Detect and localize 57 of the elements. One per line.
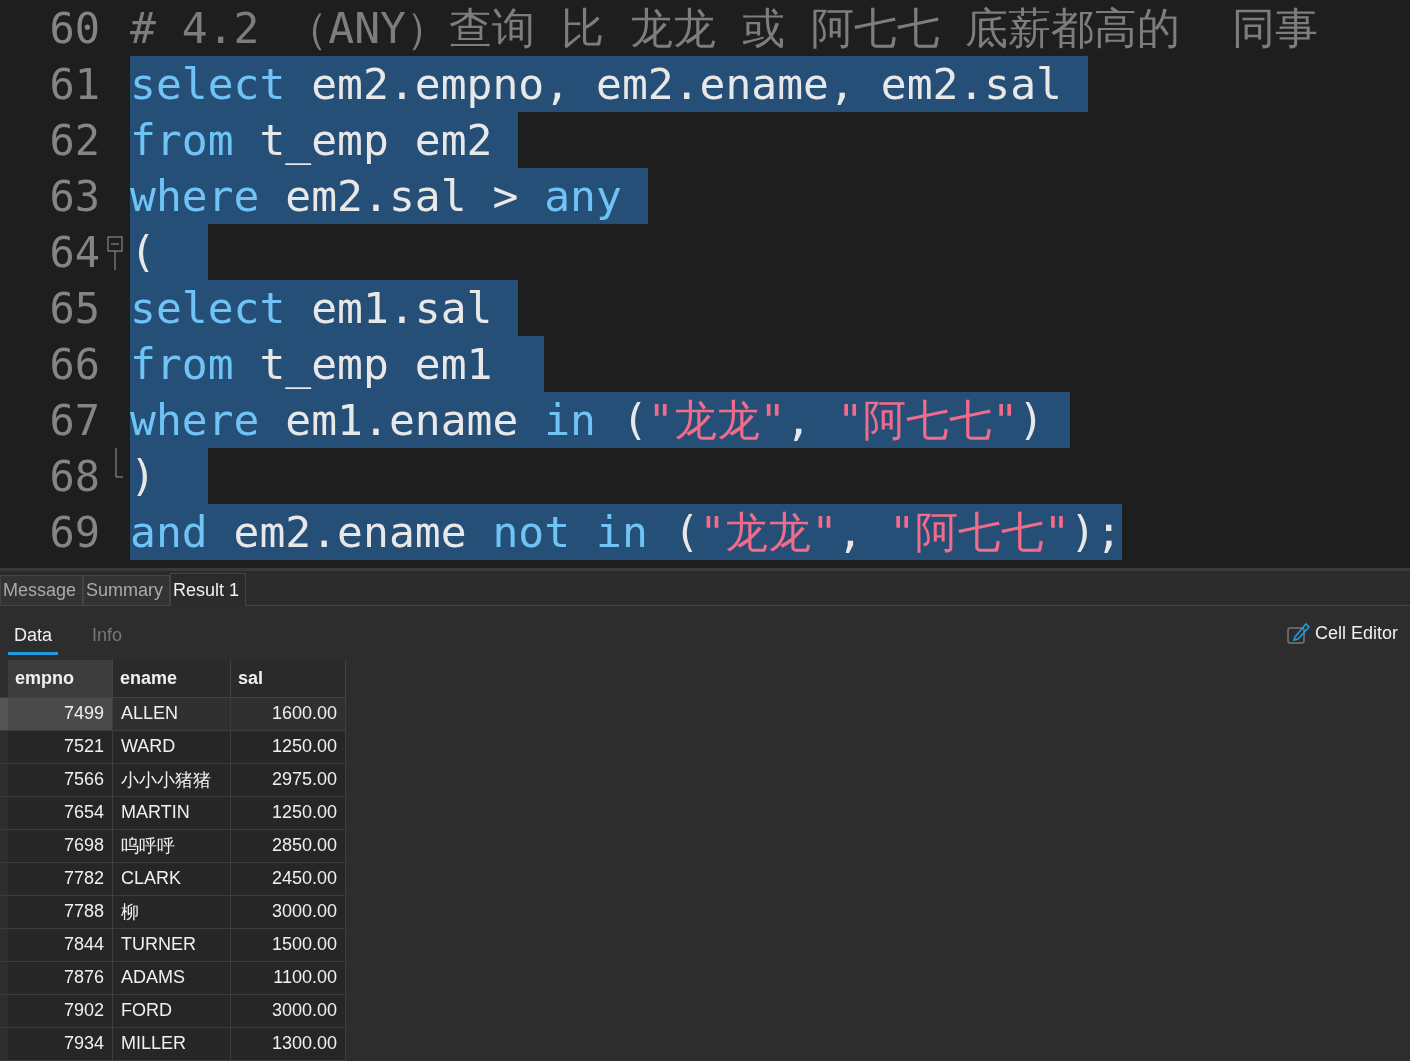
cell-editor-button[interactable]: Cell Editor xyxy=(1282,621,1402,646)
table-cell: 小小小猪猪 xyxy=(113,764,231,797)
table-cell: 2975.00 xyxy=(231,764,346,797)
table-cell: MILLER xyxy=(113,1028,231,1061)
code-line: # 4.2 （ANY）查询 比 龙龙 或 阿七七 底薪都高的 同事 xyxy=(130,2,1319,55)
table-cell: 7876 xyxy=(8,962,113,995)
table-cell: 2850.00 xyxy=(231,830,346,863)
table-cell: 7654 xyxy=(8,797,113,830)
table-cell: ALLEN xyxy=(113,698,231,731)
table-cell: 7788 xyxy=(8,896,113,929)
table-cell: 2450.00 xyxy=(231,863,346,896)
table-cell: CLARK xyxy=(113,863,231,896)
table-cell: 1300.00 xyxy=(231,1028,346,1061)
table-cell: 1100.00 xyxy=(231,962,346,995)
table-cell: MARTIN xyxy=(113,797,231,830)
table-cell: 1600.00 xyxy=(231,698,346,731)
table-cell: 7566 xyxy=(8,764,113,797)
column-header[interactable]: sal xyxy=(231,660,346,698)
result-tab[interactable]: Summary xyxy=(83,575,171,606)
result-tab[interactable]: Message xyxy=(0,575,84,606)
line-number: 60 xyxy=(48,3,100,53)
line-number: 69 xyxy=(48,507,100,557)
edit-icon xyxy=(1286,621,1311,646)
table-cell: 1500.00 xyxy=(231,929,346,962)
table-cell: TURNER xyxy=(113,929,231,962)
line-number: 66 xyxy=(48,339,100,389)
table-cell: ADAMS xyxy=(113,962,231,995)
table-cell: 7782 xyxy=(8,863,113,896)
table-cell: 7698 xyxy=(8,830,113,863)
table-cell: 7902 xyxy=(8,995,113,1028)
table-cell: FORD xyxy=(113,995,231,1028)
table-cell: 3000.00 xyxy=(231,896,346,929)
line-number: 62 xyxy=(48,115,100,165)
table-cell: WARD xyxy=(113,731,231,764)
line-number: 67 xyxy=(48,395,100,445)
line-number: 64 xyxy=(48,227,100,277)
table-cell: 柳 xyxy=(113,896,231,929)
table-cell: 7934 xyxy=(8,1028,113,1061)
line-number: 61 xyxy=(48,59,100,109)
table-cell: 3000.00 xyxy=(231,995,346,1028)
row-marker[interactable] xyxy=(0,698,8,731)
column-header[interactable]: empno xyxy=(8,660,113,698)
table-cell: 7521 xyxy=(8,731,113,764)
line-number: 63 xyxy=(48,171,100,221)
table-cell: 7499 xyxy=(8,698,113,731)
table-cell: 7844 xyxy=(8,929,113,962)
column-header[interactable]: ename xyxy=(113,660,231,698)
result-tab[interactable]: Result 1 xyxy=(170,573,247,607)
table-cell: 呜呼呼 xyxy=(113,830,231,863)
table-cell: 1250.00 xyxy=(231,797,346,830)
line-number: 68 xyxy=(48,451,100,501)
fold-collapse-icon[interactable] xyxy=(107,236,123,270)
line-number: 65 xyxy=(48,283,100,333)
table-cell: 1250.00 xyxy=(231,731,346,764)
table-corner-header[interactable] xyxy=(0,660,8,698)
row-marker[interactable] xyxy=(0,731,8,764)
view-tab[interactable]: Data xyxy=(8,611,59,656)
